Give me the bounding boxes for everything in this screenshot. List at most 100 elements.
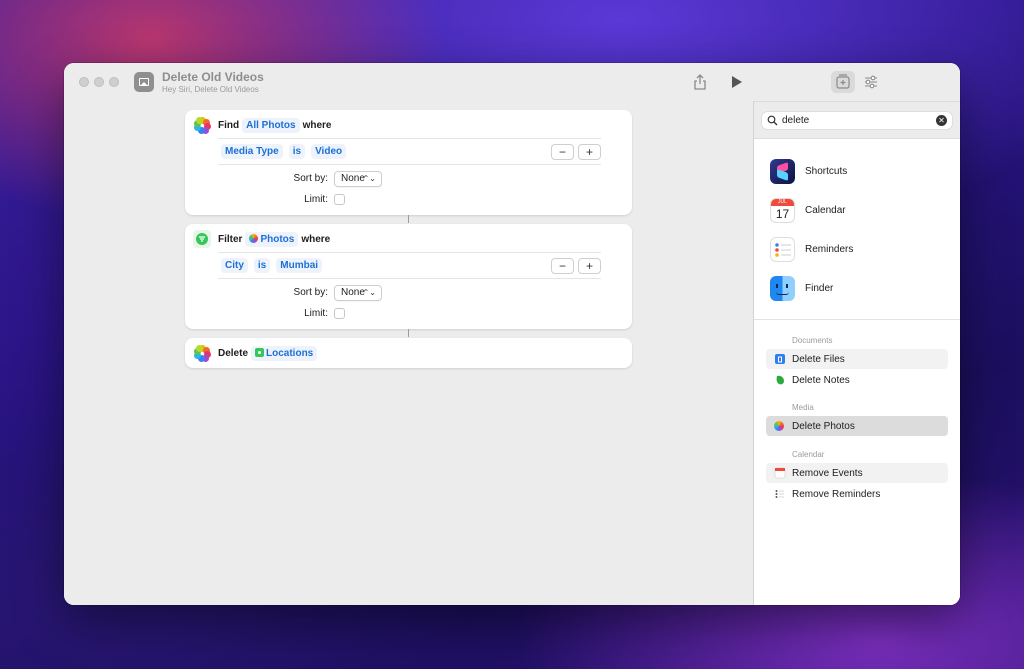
action-result-delete-notes[interactable]: Delete Notes (766, 370, 948, 390)
title-bar: Delete Old Videos Hey Siri, Delete Old V… (64, 63, 754, 101)
condition-value-token[interactable]: Video (311, 144, 347, 159)
sort-by-label: Sort by: (293, 173, 328, 184)
action-verb: Filter (218, 233, 243, 245)
locations-icon (255, 347, 265, 357)
action-library-sidebar: ✕ Shortcuts JUL 17 Calendar (754, 63, 960, 605)
condition-field-token[interactable]: Media Type (221, 144, 283, 159)
app-name: Finder (805, 282, 834, 294)
condition-stepper: − + (551, 258, 601, 274)
calendar-icon (774, 467, 786, 479)
calendar-app-icon: JUL 17 (770, 197, 795, 223)
sort-by-select[interactable]: None ⌃⌄ (334, 171, 382, 187)
action-library-button[interactable] (831, 71, 855, 93)
shortcut-subtitle: Hey Siri, Delete Old Videos (162, 85, 259, 94)
library-icon (836, 74, 850, 89)
filter-header: Filter Photos where (185, 224, 330, 254)
calendar-month: JUL (771, 198, 794, 206)
shortcut-title[interactable]: Delete Old Videos (162, 70, 264, 84)
sort-by-label: Sort by: (293, 287, 328, 298)
add-condition-button[interactable]: + (578, 144, 601, 160)
chevron-updown-icon: ⌃⌄ (362, 288, 376, 297)
shortcuts-app-icon (770, 158, 795, 184)
search-field[interactable]: ✕ (762, 112, 952, 129)
app-result-calendar[interactable]: JUL 17 Calendar (770, 195, 846, 225)
reminders-icon (774, 488, 786, 500)
condition-operator-token[interactable]: is (288, 144, 306, 159)
details-button[interactable] (859, 71, 883, 93)
action-connector (408, 215, 409, 223)
limit-label: Limit: (304, 308, 328, 319)
app-name: Calendar (805, 204, 846, 216)
calendar-day: 17 (775, 206, 790, 221)
sort-by-value: None (341, 287, 365, 298)
limit-label: Limit: (304, 194, 328, 205)
action-connector (408, 329, 409, 337)
filter-input-token[interactable]: Photos (245, 231, 299, 247)
finder-app-icon (770, 275, 795, 301)
sidebar-divider (754, 319, 960, 320)
sort-by-select[interactable]: None ⌃⌄ (334, 285, 382, 301)
filter-condition-row: Media Type is Video − + (218, 138, 601, 165)
limit-checkbox[interactable] (334, 194, 345, 205)
app-name: Reminders (805, 243, 854, 255)
editor-pane: Delete Old Videos Hey Siri, Delete Old V… (64, 63, 754, 605)
play-icon[interactable] (731, 75, 743, 89)
app-name: Shortcuts (805, 165, 848, 177)
remove-condition-button[interactable]: − (551, 258, 574, 274)
search-bar: ✕ (754, 101, 960, 139)
section-header-calendar: Calendar (792, 450, 825, 459)
close-window-button[interactable] (79, 77, 89, 87)
shortcut-image-icon[interactable] (134, 72, 154, 92)
condition-operator-token[interactable]: is (253, 258, 271, 273)
action-label: Remove Reminders (792, 488, 881, 500)
action-result-delete-files[interactable]: Delete Files (766, 349, 948, 369)
filter-condition-row: City is Mumbai − + (218, 252, 601, 279)
action-verb: Delete (218, 347, 249, 359)
sidebar-toolbar (754, 63, 960, 101)
clear-search-icon[interactable]: ✕ (936, 115, 947, 126)
where-label: where (302, 119, 332, 131)
condition-value-token[interactable]: Mumbai (276, 258, 323, 273)
add-condition-button[interactable]: + (578, 258, 601, 274)
action-label: Remove Events (792, 467, 863, 479)
evernote-icon (774, 374, 786, 386)
limit-checkbox[interactable] (334, 308, 345, 319)
filter-photos-action[interactable]: Filter Photos where City is Mumbai − + S… (185, 224, 632, 329)
delete-input-label: Locations (266, 347, 314, 359)
photos-icon (774, 420, 786, 432)
zoom-window-button[interactable] (109, 77, 119, 87)
section-header-documents: Documents (792, 336, 833, 345)
app-result-finder[interactable]: Finder (770, 273, 833, 303)
delete-header: Delete Locations (185, 338, 320, 368)
action-verb: Find (218, 119, 240, 131)
action-label: Delete Photos (792, 420, 855, 432)
trash-icon (774, 353, 786, 365)
photos-icon (249, 233, 259, 243)
remove-condition-button[interactable]: − (551, 144, 574, 160)
app-result-shortcuts[interactable]: Shortcuts (770, 156, 847, 186)
shortcuts-window: Delete Old Videos Hey Siri, Delete Old V… (64, 63, 960, 605)
app-result-reminders[interactable]: Reminders (770, 234, 853, 264)
where-label: where (301, 233, 331, 245)
find-photos-action[interactable]: Find All Photos where Media Type is Vide… (185, 110, 632, 215)
filter-input-label: Photos (260, 233, 295, 245)
delete-action[interactable]: Delete Locations (185, 338, 632, 368)
delete-input-token[interactable]: Locations (251, 345, 318, 361)
section-header-media: Media (792, 403, 814, 412)
action-result-remove-events[interactable]: Remove Events (766, 463, 948, 483)
search-icon (767, 115, 778, 126)
reminders-app-icon (770, 236, 795, 262)
sliders-icon (865, 75, 877, 89)
condition-field-token[interactable]: City (221, 258, 248, 273)
find-header: Find All Photos where (185, 110, 331, 140)
find-source-token[interactable]: All Photos (242, 117, 300, 133)
action-label: Delete Files (792, 353, 845, 365)
search-input[interactable] (782, 113, 932, 127)
share-icon[interactable] (693, 74, 707, 90)
minimize-window-button[interactable] (94, 77, 104, 87)
action-result-remove-reminders[interactable]: Remove Reminders (766, 484, 948, 504)
action-result-delete-photos[interactable]: Delete Photos (766, 416, 948, 436)
chevron-updown-icon: ⌃⌄ (362, 174, 376, 183)
sort-by-value: None (341, 173, 365, 184)
condition-stepper: − + (551, 144, 601, 160)
